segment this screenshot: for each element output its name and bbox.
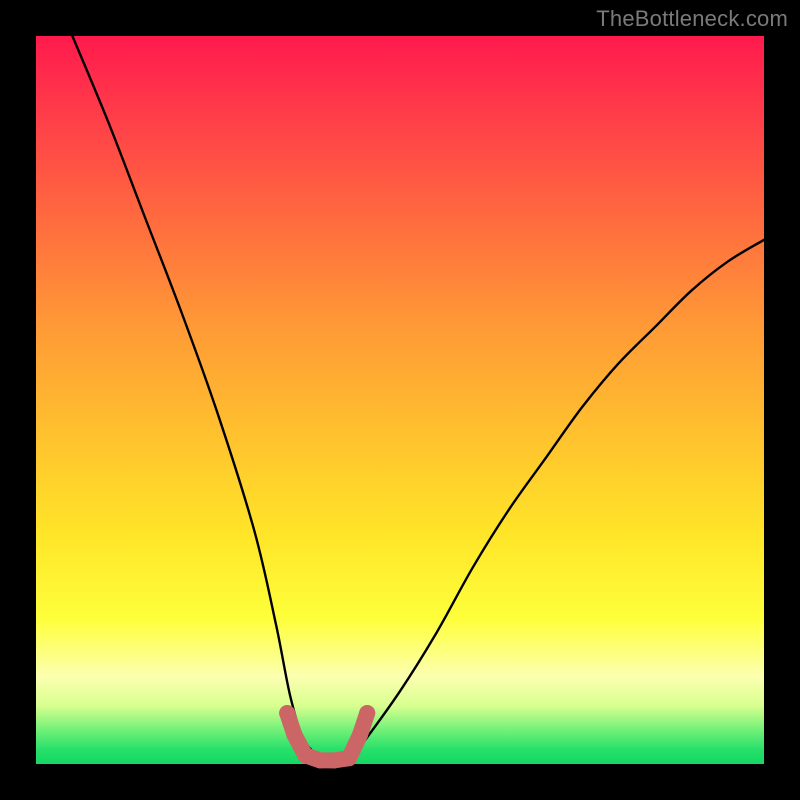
trough-marker-dot <box>312 752 328 768</box>
curve-layer <box>36 36 764 764</box>
trough-marker-dot <box>279 705 295 721</box>
trough-marker-dot <box>341 750 357 766</box>
trough-marker-dot <box>286 727 302 743</box>
trough-marker-dot <box>359 705 375 721</box>
trough-marker-dot <box>297 747 313 763</box>
trough-marker <box>279 705 375 768</box>
main-curve <box>72 36 764 763</box>
plot-area <box>36 36 764 764</box>
trough-marker-dot <box>352 727 368 743</box>
trough-marker-dot <box>326 752 342 768</box>
watermark-text: TheBottleneck.com <box>596 6 788 32</box>
chart-frame: TheBottleneck.com <box>0 0 800 800</box>
